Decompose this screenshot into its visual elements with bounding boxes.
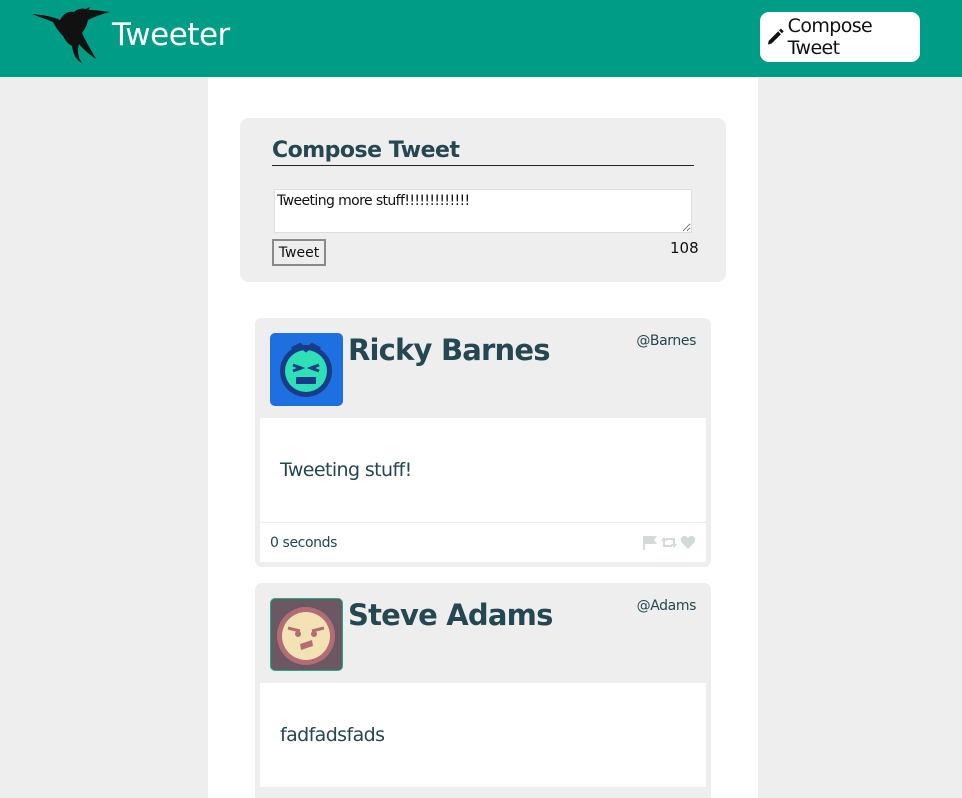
tweet-author-name: Steve Adams [348, 598, 553, 632]
retweet-icon[interactable] [661, 535, 677, 550]
main-container: Compose Tweet Tweeting more stuff!!!!!!!… [208, 77, 758, 798]
tweet-author-name: Ricky Barnes [348, 333, 551, 367]
tweet-footer: 0 seconds [260, 523, 706, 562]
tweet-body: Tweeting stuff! [260, 418, 706, 522]
hummingbird-icon [32, 7, 110, 63]
tweet-body: fadfadsfads [260, 683, 706, 787]
avatar [270, 333, 343, 406]
tweet-textarea[interactable]: Tweeting more stuff!!!!!!!!!!!!! [274, 189, 692, 233]
compose-divider [272, 165, 694, 166]
avatar [270, 598, 343, 671]
compose-tweet-button[interactable]: Compose Tweet [760, 12, 920, 62]
tweet-age: 0 seconds [270, 535, 337, 551]
flag-icon[interactable] [642, 535, 658, 550]
tweet-actions [642, 535, 696, 550]
compose-tweet-label: Compose Tweet [787, 15, 873, 59]
tweet-submit-button[interactable]: Tweet [272, 239, 326, 266]
compose-panel: Compose Tweet Tweeting more stuff!!!!!!!… [240, 118, 726, 282]
top-navbar: Tweeter Compose Tweet [0, 0, 962, 77]
pencil-icon [767, 28, 784, 45]
tweet-content: Tweeting stuff! [280, 459, 412, 481]
heart-icon[interactable] [680, 535, 696, 550]
char-counter: 108 [670, 239, 699, 257]
tweet-content: fadfadsfads [280, 724, 385, 746]
tweet-author-handle: @Adams [636, 598, 697, 614]
brand-title[interactable]: Tweeter [112, 17, 230, 53]
tweet-card: Ricky Barnes @Barnes Tweeting stuff! 0 s… [255, 318, 711, 567]
tweet-card: Steve Adams @Adams fadfadsfads [255, 583, 711, 798]
compose-title: Compose Tweet [272, 138, 460, 163]
tweet-author-handle: @Barnes [636, 333, 696, 349]
